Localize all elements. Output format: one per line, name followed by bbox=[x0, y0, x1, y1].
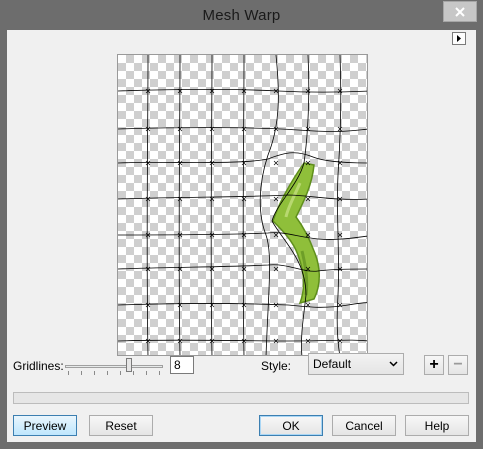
mesh-node[interactable] bbox=[145, 160, 151, 166]
ok-button[interactable]: OK bbox=[259, 415, 323, 436]
mesh-node[interactable] bbox=[209, 196, 215, 202]
slider-tick bbox=[120, 371, 121, 375]
mesh-node[interactable] bbox=[305, 196, 311, 202]
mesh-node[interactable] bbox=[273, 232, 279, 238]
mesh-node[interactable] bbox=[337, 338, 343, 344]
help-button[interactable]: Help bbox=[405, 415, 469, 436]
close-button[interactable] bbox=[443, 1, 477, 22]
mesh-node[interactable] bbox=[337, 232, 343, 238]
zoom-out-button[interactable]: − bbox=[448, 355, 468, 375]
slider-tick bbox=[107, 371, 108, 375]
mesh-node[interactable] bbox=[209, 160, 215, 166]
slider-tick bbox=[94, 371, 95, 375]
close-icon bbox=[455, 6, 465, 17]
mesh-warp-dialog: Mesh Warp Gridlines: 8 Style: Default + … bbox=[0, 0, 483, 449]
mesh-node[interactable] bbox=[273, 160, 279, 166]
slider-track[interactable] bbox=[65, 365, 163, 368]
reset-button[interactable]: Reset bbox=[89, 415, 153, 436]
slider-tick bbox=[133, 371, 134, 375]
mesh-node[interactable] bbox=[145, 266, 151, 272]
style-select[interactable]: Default bbox=[308, 353, 404, 375]
style-label: Style: bbox=[261, 359, 292, 373]
slider-thumb[interactable] bbox=[126, 358, 132, 372]
mesh-node[interactable] bbox=[305, 88, 311, 94]
mesh-node[interactable] bbox=[241, 196, 247, 202]
dialog-title: Mesh Warp bbox=[202, 6, 281, 24]
mesh-gridlines[interactable] bbox=[118, 55, 368, 356]
dialog-client-area: Gridlines: 8 Style: Default + − Preview … bbox=[7, 30, 476, 442]
mesh-node[interactable] bbox=[305, 302, 311, 308]
triangle-right-icon bbox=[457, 35, 461, 42]
mesh-node[interactable] bbox=[209, 266, 215, 272]
mesh-node[interactable] bbox=[337, 88, 343, 94]
style-selected-value: Default bbox=[313, 357, 352, 371]
title-bar[interactable]: Mesh Warp bbox=[0, 0, 483, 30]
slider-tick bbox=[159, 371, 160, 375]
cancel-button[interactable]: Cancel bbox=[332, 415, 396, 436]
progress-bar bbox=[13, 392, 469, 404]
mesh-node[interactable] bbox=[209, 232, 215, 238]
slider-tick bbox=[146, 371, 147, 375]
gridlines-input[interactable]: 8 bbox=[170, 356, 194, 374]
mesh-node[interactable] bbox=[241, 266, 247, 272]
preview-button[interactable]: Preview bbox=[13, 415, 77, 436]
options-menu-button[interactable] bbox=[452, 32, 466, 45]
mesh-node[interactable] bbox=[145, 302, 151, 308]
zoom-in-button[interactable]: + bbox=[424, 355, 444, 375]
slider-tick bbox=[81, 371, 82, 375]
chevron-down-icon bbox=[389, 357, 398, 371]
mesh-node[interactable] bbox=[145, 196, 151, 202]
gridlines-slider[interactable] bbox=[65, 358, 163, 376]
slider-tick bbox=[68, 371, 69, 375]
gridlines-label: Gridlines: bbox=[13, 359, 64, 373]
mesh-node[interactable] bbox=[177, 160, 183, 166]
mesh-node[interactable] bbox=[273, 196, 279, 202]
mesh-svg[interactable] bbox=[118, 55, 368, 356]
mesh-node[interactable] bbox=[273, 266, 279, 272]
warp-canvas[interactable] bbox=[117, 54, 368, 356]
